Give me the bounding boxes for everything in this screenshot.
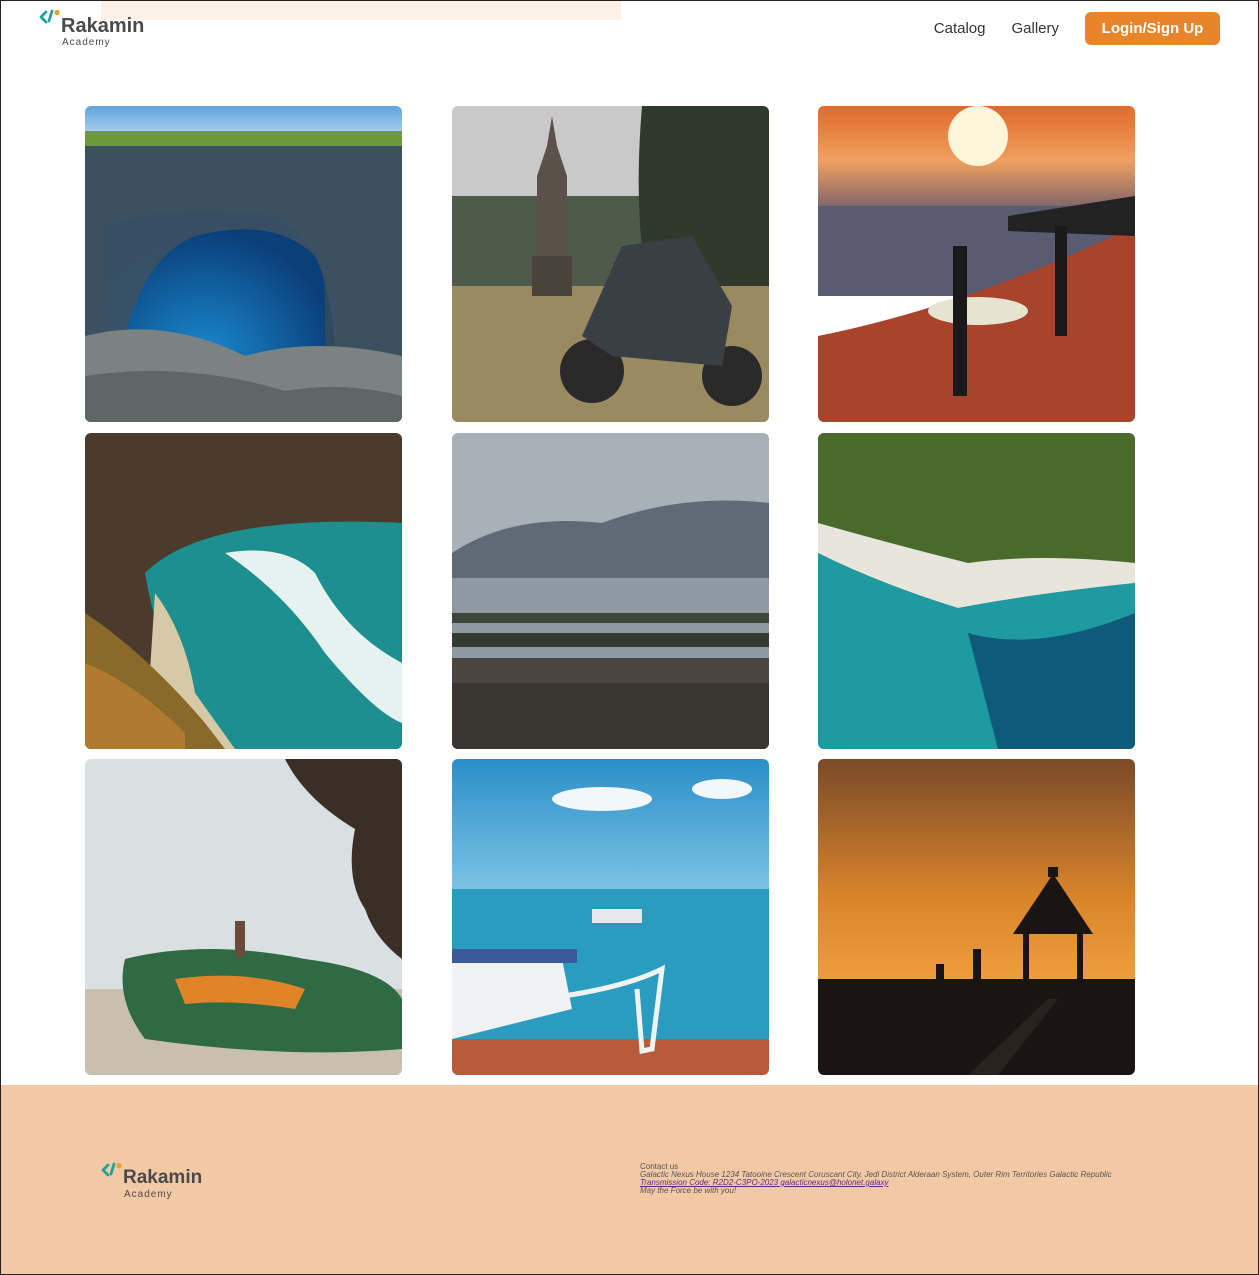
sea-arch-cliff-photo [85, 106, 402, 422]
nav-gallery-link[interactable]: Gallery [1011, 20, 1059, 37]
footer-logo[interactable]: Rakamin Academy [101, 1162, 221, 1202]
contact-signoff: May the Force be with you! [640, 1186, 737, 1195]
photo-gallery-grid [85, 106, 1135, 1075]
brand-mark-icon [101, 1162, 122, 1177]
motorcycle-temple-photo [452, 106, 769, 422]
aerial-coastline-photo [818, 433, 1135, 749]
brand-mark-icon [39, 9, 60, 24]
sunset-surfer-beach-photo [818, 106, 1135, 422]
page-frame: Rakamin Academy Catalog Gallery Login/Si… [0, 0, 1259, 1275]
misty-mountain-shore-photo [452, 433, 769, 749]
outrigger-boats-sea-photo [452, 759, 769, 1075]
footer-brand-tagline: Academy [124, 1189, 173, 1200]
cliff-bay-waves-photo [85, 433, 402, 749]
top-nav: Catalog Gallery Login/Sign Up [934, 12, 1220, 45]
footer: Rakamin Academy Contact us Galactic Nexu… [1, 1085, 1258, 1274]
brand-tagline: Academy [62, 37, 111, 48]
login-signup-button[interactable]: Login/Sign Up [1085, 12, 1220, 45]
graffiti-rock-beach-photo [85, 759, 402, 1075]
header-logo[interactable]: Rakamin Academy [39, 9, 159, 49]
brand-name: Rakamin [61, 15, 145, 37]
top-accent-strip [101, 1, 621, 20]
nav-catalog-link[interactable]: Catalog [934, 20, 986, 37]
footer-brand-name: Rakamin [123, 1167, 203, 1188]
sunset-gazebo-silhouette-photo [818, 759, 1135, 1075]
contact-block: Contact us Galactic Nexus House 1234 Tat… [640, 1163, 1112, 1195]
